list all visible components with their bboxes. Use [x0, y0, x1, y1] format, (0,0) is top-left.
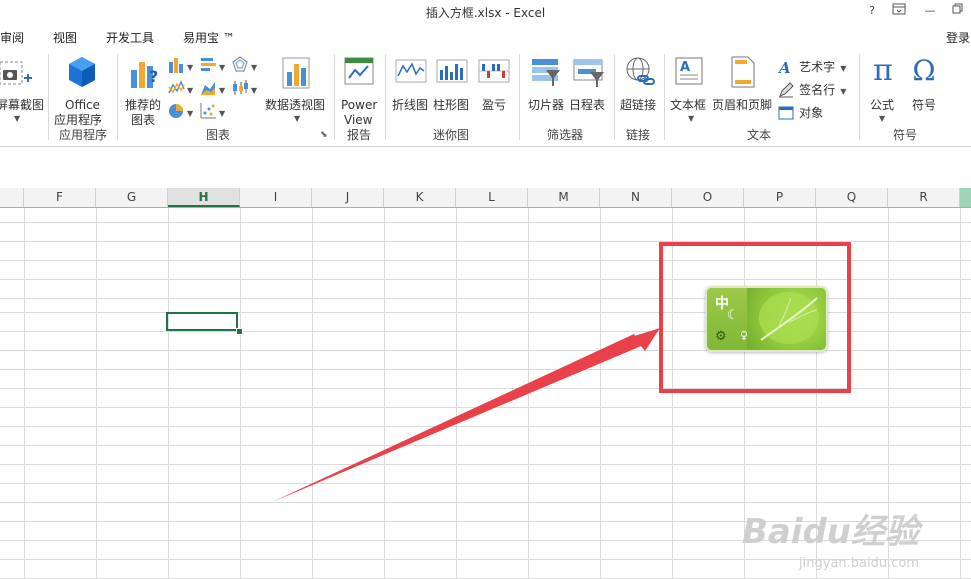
leaf-icon	[759, 292, 819, 344]
watermark-logo: Baidu经验	[741, 512, 919, 552]
hint-icon[interactable]: ♀	[740, 329, 748, 342]
moon-icon[interactable]: ☾	[727, 308, 739, 323]
watermark-url: jingyan.baidu.com	[799, 556, 919, 571]
gear-icon[interactable]: ⚙	[715, 329, 727, 344]
ime-toolbar[interactable]: 中 ☾ ⚙ ♀	[705, 286, 828, 352]
